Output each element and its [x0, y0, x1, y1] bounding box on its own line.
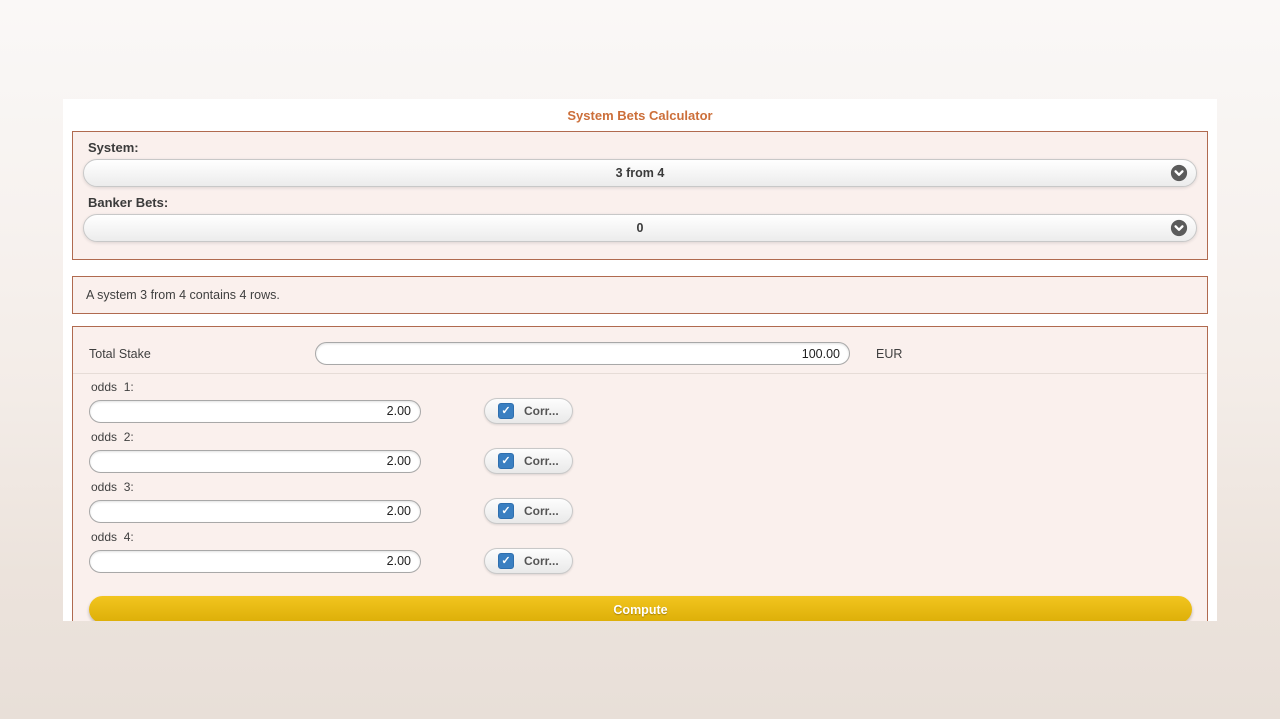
odds-4-label: odds 4: — [91, 531, 1191, 544]
odds-row-3: odds 3: ✓ Corr... — [73, 474, 1207, 524]
chevron-down-icon — [1170, 219, 1188, 237]
odds-4-correct-checkbox-button[interactable]: ✓ Corr... — [484, 548, 573, 574]
odds-1-input[interactable] — [89, 400, 421, 423]
odds-2-correct-checkbox-button[interactable]: ✓ Corr... — [484, 448, 573, 474]
odds-3-label: odds 3: — [91, 481, 1191, 494]
page-title: System Bets Calculator — [63, 99, 1217, 131]
system-label: System: — [88, 141, 1197, 154]
odds-row-4: odds 4: ✓ Corr... — [73, 524, 1207, 574]
checkbox-checked-icon: ✓ — [498, 403, 514, 419]
correct-label: Corr... — [524, 454, 559, 468]
odds-1-label: odds 1: — [91, 381, 1191, 394]
banker-bets-select[interactable]: 0 — [83, 214, 1197, 242]
system-info-box: A system 3 from 4 contains 4 rows. — [72, 276, 1208, 314]
checkbox-checked-icon: ✓ — [498, 553, 514, 569]
currency-label: EUR — [876, 347, 902, 361]
correct-label: Corr... — [524, 504, 559, 518]
odds-row-2: odds 2: ✓ Corr... — [73, 424, 1207, 474]
odds-row-1: odds 1: ✓ Corr... — [73, 374, 1207, 424]
odds-2-label: odds 2: — [91, 431, 1191, 444]
chevron-down-icon — [1170, 164, 1188, 182]
total-stake-input[interactable] — [315, 342, 850, 365]
odds-3-correct-checkbox-button[interactable]: ✓ Corr... — [484, 498, 573, 524]
odds-2-input[interactable] — [89, 450, 421, 473]
odds-3-input[interactable] — [89, 500, 421, 523]
system-select[interactable]: 3 from 4 — [83, 159, 1197, 187]
checkbox-checked-icon: ✓ — [498, 503, 514, 519]
calculator-panel: System Bets Calculator System: 3 from 4 … — [63, 99, 1217, 621]
calculation-box: Total Stake EUR odds 1: ✓ Corr... odds 2… — [72, 326, 1208, 621]
banker-bets-select-value: 0 — [637, 221, 644, 235]
banker-bets-label: Banker Bets: — [88, 196, 1197, 209]
correct-label: Corr... — [524, 404, 559, 418]
odds-4-input[interactable] — [89, 550, 421, 573]
system-selection-box: System: 3 from 4 Banker Bets: 0 — [72, 131, 1208, 260]
compute-button-label: Compute — [613, 603, 667, 617]
checkbox-checked-icon: ✓ — [498, 453, 514, 469]
system-info-text: A system 3 from 4 contains 4 rows. — [86, 288, 280, 302]
compute-button[interactable]: Compute — [89, 596, 1192, 621]
total-stake-row: Total Stake EUR — [73, 327, 1207, 365]
correct-label: Corr... — [524, 554, 559, 568]
odds-1-correct-checkbox-button[interactable]: ✓ Corr... — [484, 398, 573, 424]
system-select-value: 3 from 4 — [616, 166, 665, 180]
total-stake-label: Total Stake — [89, 347, 315, 361]
